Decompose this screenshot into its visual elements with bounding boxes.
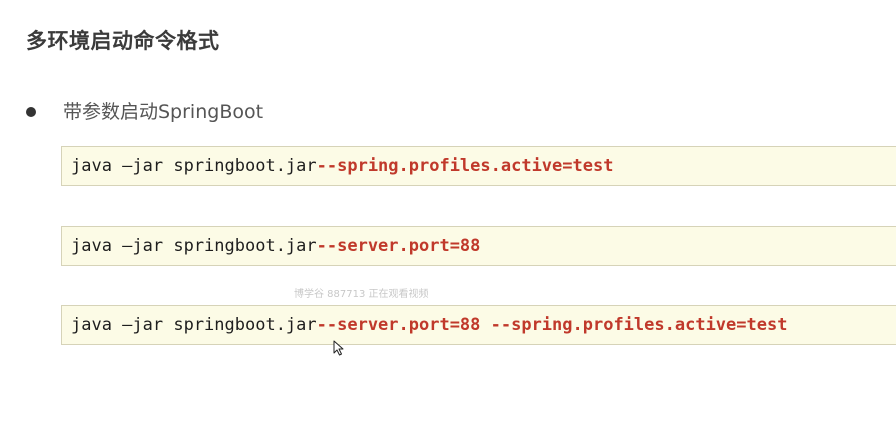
bullet-dot-icon [26, 107, 36, 117]
code-block-profile[interactable]: java –jar springboot.jar --spring.profil… [61, 146, 896, 186]
command-base: java –jar springboot.jar [71, 236, 317, 256]
command-args: --server.port=88 [316, 236, 481, 256]
bullet-item: 带参数启动SpringBoot [26, 98, 263, 126]
video-watermark: 博学谷 887713 正在观看视频 [294, 289, 429, 300]
command-base: java –jar springboot.jar [71, 156, 317, 176]
command-args: --server.port=88 --spring.profiles.activ… [316, 315, 788, 335]
bullet-text: 带参数启动SpringBoot [63, 101, 264, 123]
code-block-port[interactable]: java –jar springboot.jar --server.port=8… [61, 226, 896, 266]
code-block-port-and-profile[interactable]: java –jar springboot.jar --server.port=8… [61, 305, 896, 345]
command-args: --spring.profiles.active=test [316, 156, 614, 176]
command-base: java –jar springboot.jar [71, 315, 317, 335]
mouse-pointer-icon [333, 340, 344, 356]
slide-title: 多环境启动命令格式 [26, 29, 220, 53]
